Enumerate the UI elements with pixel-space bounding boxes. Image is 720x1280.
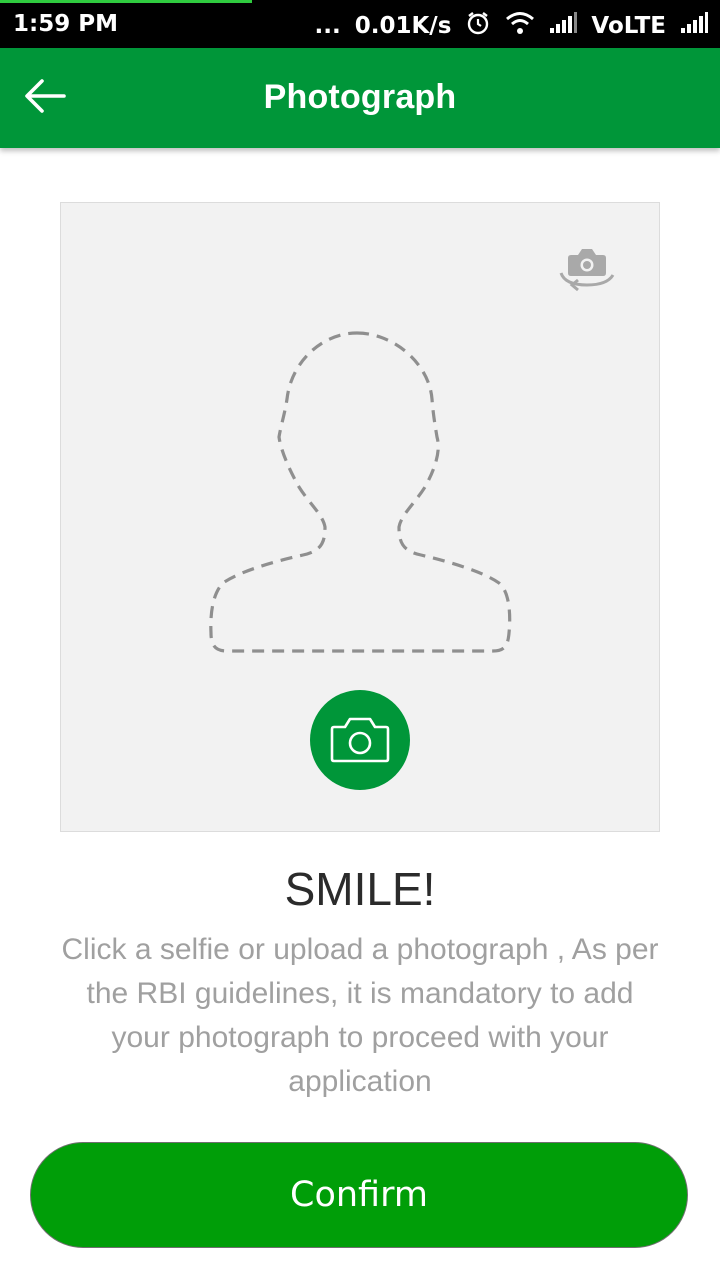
instruction-text: Click a selfie or upload a photograph , …	[61, 933, 659, 1098]
person-silhouette-icon	[209, 331, 512, 653]
app-bar: Photograph	[0, 48, 720, 148]
capture-photo-button[interactable]	[310, 690, 410, 790]
signal-icon	[549, 12, 578, 40]
loading-progress-bar	[0, 0, 252, 3]
wifi-icon	[505, 11, 535, 41]
volte-label: VoLTE	[591, 13, 666, 39]
status-dots: ...	[314, 13, 341, 39]
camera-icon	[330, 717, 390, 763]
confirm-button[interactable]: Confirm	[30, 1142, 688, 1248]
alarm-icon	[465, 10, 491, 42]
network-speed: 0.01K/s	[354, 13, 452, 39]
switch-camera-icon	[559, 249, 615, 292]
status-bar: 1:59 PM ... 0.01K/s VoLTE	[0, 0, 720, 48]
photo-preview-area[interactable]	[60, 202, 660, 832]
signal-icon	[680, 12, 708, 40]
status-time: 1:59 PM	[13, 11, 118, 37]
switch-camera-button[interactable]	[557, 241, 617, 292]
smile-heading: SMILE!	[284, 863, 436, 915]
page-title: Photograph	[263, 78, 457, 116]
status-icons: ... 0.01K/s VoLTE	[315, 10, 708, 42]
